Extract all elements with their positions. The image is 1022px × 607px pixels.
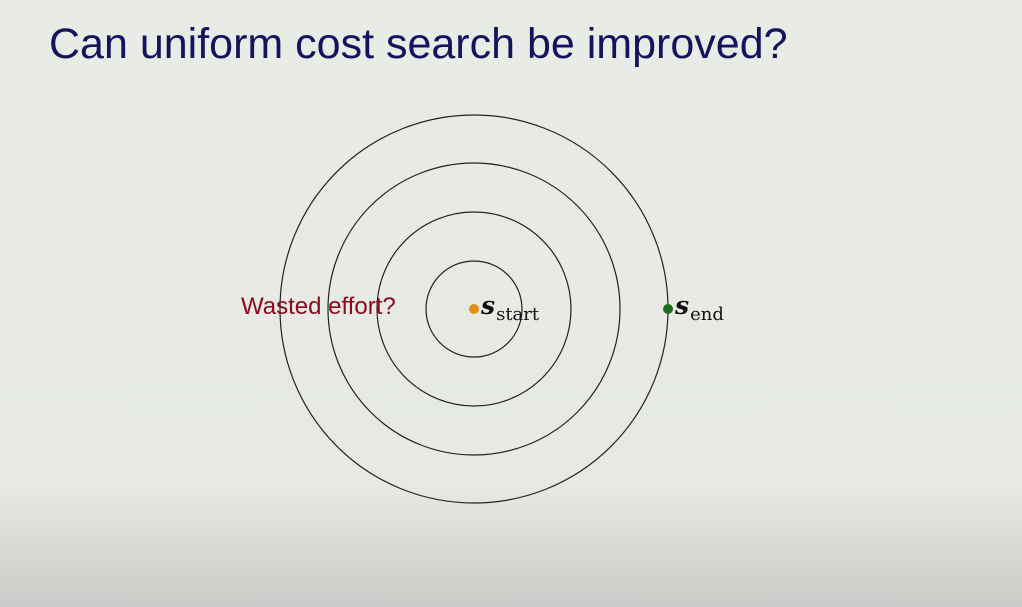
end-subscript: end — [690, 304, 724, 325]
start-symbol: s — [481, 291, 496, 320]
start-node — [469, 304, 479, 314]
end-symbol: s — [675, 291, 690, 320]
end-label: send — [675, 291, 724, 325]
wasted-effort-annotation: Wasted effort? — [241, 293, 396, 320]
end-node — [663, 304, 673, 314]
start-label: sstart — [481, 291, 539, 325]
start-subscript: start — [496, 304, 540, 325]
